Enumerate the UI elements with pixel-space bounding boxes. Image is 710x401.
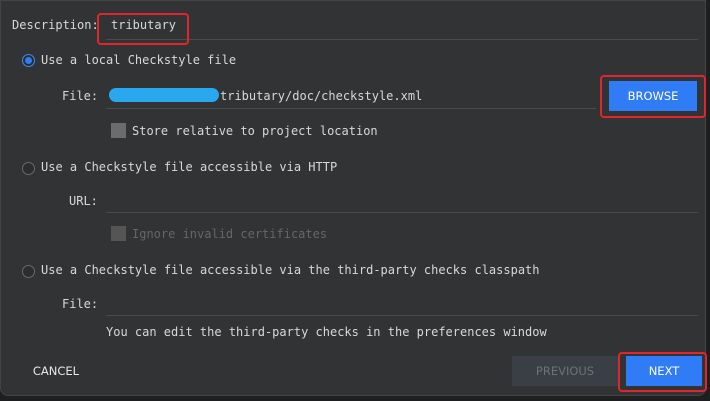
description-label: Description:	[12, 18, 99, 32]
ignore-certs-checkbox[interactable]	[111, 226, 126, 241]
file-underline	[106, 108, 596, 109]
classpath-underline	[106, 315, 698, 316]
store-relative-checkbox[interactable]	[111, 123, 126, 138]
previous-button[interactable]: PREVIOUS	[512, 356, 618, 386]
local-file-input[interactable]: tributary/doc/checkstyle.xml	[220, 89, 422, 103]
local-file-field-label: File:	[62, 89, 99, 103]
store-relative-label: Store relative to project location	[132, 124, 378, 138]
http-radio[interactable]	[22, 162, 35, 175]
ignore-certs-label: Ignore invalid certificates	[132, 227, 328, 241]
local-file-label: Use a local Checkstyle file	[41, 53, 237, 67]
url-underline	[106, 212, 698, 213]
next-highlight	[618, 352, 707, 392]
classpath-label: Use a Checkstyle file accessible via the…	[41, 263, 540, 277]
classpath-radio[interactable]	[22, 265, 35, 278]
url-label: URL:	[69, 194, 98, 208]
redaction-mark	[109, 88, 219, 102]
classpath-file-label: File:	[62, 297, 99, 311]
classpath-note: You can edit the third-party checks in t…	[106, 325, 547, 339]
browse-highlight	[600, 75, 706, 118]
http-label: Use a Checkstyle file accessible via HTT…	[41, 160, 338, 174]
local-file-radio[interactable]	[22, 54, 35, 67]
description-underline	[106, 39, 698, 40]
checkstyle-config-dialog: Description: tributary Use a local Check…	[0, 0, 707, 396]
description-highlight	[97, 13, 189, 45]
cancel-button[interactable]: CANCEL	[23, 356, 89, 386]
